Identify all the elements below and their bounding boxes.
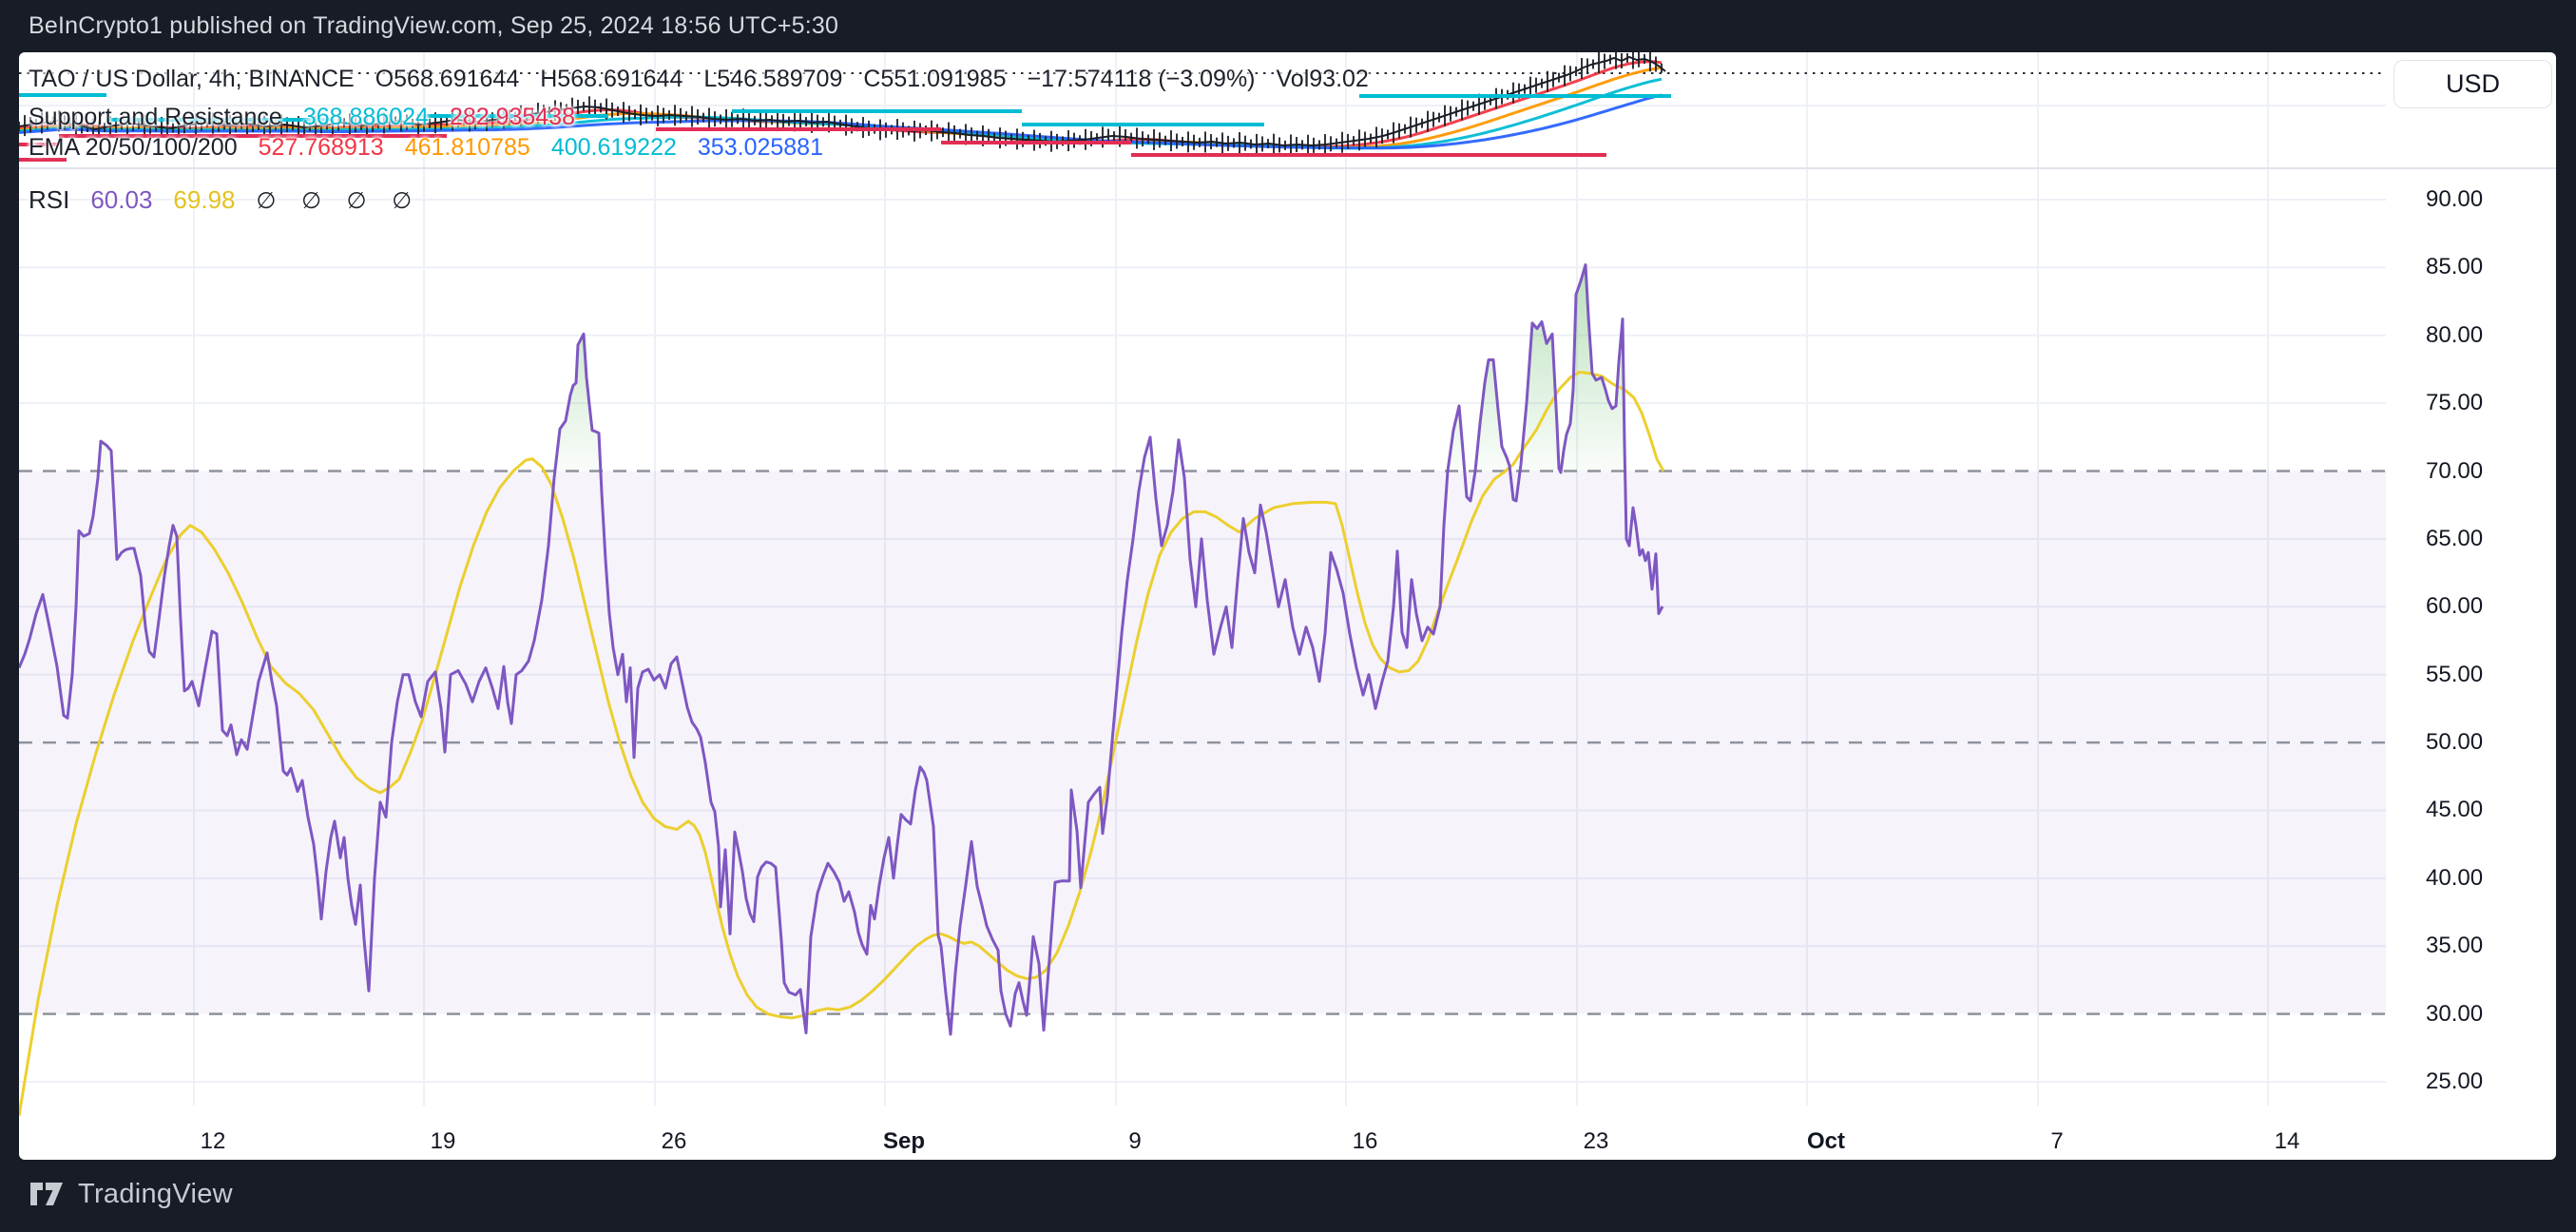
currency-button[interactable]: USD [2393, 60, 2552, 108]
ema-legend: EMA 20/50/100/200 527.768913 461.810785 … [29, 134, 844, 162]
sr-resistance-value: 282.935438 [450, 104, 575, 131]
chart-plot-area[interactable] [19, 52, 2556, 1160]
price-tick-label: 60.00 [2426, 593, 2483, 620]
price-axis[interactable]: 90.00 85.00 80.00 75.00 70.00 65.00 60.00 55.00… [2407, 52, 2556, 1160]
time-tick-label: 23 [1584, 1128, 1609, 1155]
price-tick-label: 90.00 [2426, 186, 2483, 213]
price-tick-label: 40.00 [2426, 865, 2483, 892]
price-tick-label: 35.00 [2426, 933, 2483, 959]
ohlc-open: O568.691644 [375, 66, 520, 93]
ema20-value: 527.768913 [259, 134, 384, 162]
symbol-legend: TAO / US Dollar, 4h, BINANCE O568.691644… [29, 66, 1390, 93]
time-tick-label: Oct [1807, 1128, 1845, 1155]
rsi-legend: RSI 60.03 69.98 ∅ ∅ ∅ ∅ [29, 185, 442, 215]
time-tick-label: 19 [431, 1128, 456, 1155]
price-tick-label: 55.00 [2426, 662, 2483, 688]
sr-support-value: 368.886024 [303, 104, 429, 131]
time-tick-label: 16 [1353, 1128, 1378, 1155]
change-value: −17.574118 (−3.09%) [1028, 66, 1256, 93]
time-tick-label: 12 [201, 1128, 226, 1155]
attribution-text: BeInCrypto1 published on TradingView.com… [29, 12, 838, 40]
footer-brand: TradingView [78, 1179, 233, 1210]
time-tick-label: 14 [2275, 1128, 2300, 1155]
ema50-value: 461.810785 [405, 134, 530, 162]
support-resistance-legend: Support and Resistance 368.886024 282.93… [29, 104, 596, 131]
footer: TradingView [29, 1177, 233, 1211]
time-tick-label: 26 [662, 1128, 687, 1155]
time-tick-label: 7 [2050, 1128, 2063, 1155]
rsi-ma-value: 69.98 [173, 185, 235, 215]
price-tick-label: 25.00 [2426, 1068, 2483, 1095]
ohlc-high: H568.691644 [540, 66, 682, 93]
price-tick-label: 50.00 [2426, 729, 2483, 756]
price-tick-label: 30.00 [2426, 1001, 2483, 1028]
ema-title: EMA 20/50/100/200 [29, 134, 238, 162]
price-tick-label: 85.00 [2426, 254, 2483, 280]
price-tick-label: 75.00 [2426, 390, 2483, 416]
price-tick-label: 65.00 [2426, 526, 2483, 552]
price-tick-label: 80.00 [2426, 322, 2483, 349]
volume-value: Vol93.02 [1277, 66, 1369, 93]
ema200-value: 353.025881 [698, 134, 823, 162]
tradingview-logo-icon [29, 1177, 67, 1211]
ohlc-close: C551.091985 [863, 66, 1006, 93]
symbol-title: TAO / US Dollar, 4h, BINANCE [29, 66, 355, 93]
ema100-value: 400.619222 [551, 134, 677, 162]
time-axis[interactable]: 12 19 26 Sep 9 16 23 Oct 7 14 [19, 1115, 2386, 1153]
sr-title: Support and Resistance [29, 104, 282, 131]
rsi-value: 60.03 [90, 185, 152, 215]
chart-card: USD TAO / US Dollar, 4h, BINANCE O568.69… [19, 52, 2556, 1160]
rsi-empty-slots: ∅ ∅ ∅ ∅ [257, 187, 422, 215]
ohlc-low: L546.589709 [703, 66, 842, 93]
price-tick-label: 70.00 [2426, 458, 2483, 485]
rsi-title: RSI [29, 185, 69, 215]
price-tick-label: 45.00 [2426, 797, 2483, 823]
time-tick-label: Sep [883, 1128, 925, 1155]
time-tick-label: 9 [1128, 1128, 1141, 1155]
